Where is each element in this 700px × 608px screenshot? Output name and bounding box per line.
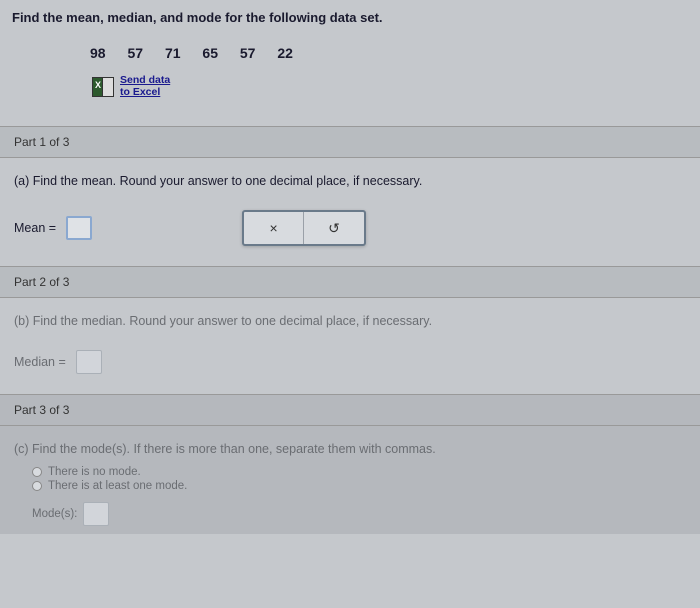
send-to-excel-link[interactable]: Send data to Excel bbox=[120, 75, 170, 98]
part-2-instruction: (b) Find the median. Round your answer t… bbox=[14, 314, 686, 328]
reset-button[interactable]: ↺ bbox=[304, 212, 364, 244]
data-value: 65 bbox=[202, 45, 218, 61]
part-3-instruction: (c) Find the mode(s). If there is more t… bbox=[14, 442, 686, 456]
no-mode-label: There is no mode. bbox=[48, 466, 141, 478]
mean-label: Mean = bbox=[14, 221, 56, 235]
part-2-header: Part 2 of 3 bbox=[0, 266, 700, 298]
mode-label: Mode(s): bbox=[32, 508, 77, 520]
data-value: 57 bbox=[240, 45, 256, 61]
median-label: Median = bbox=[14, 355, 66, 369]
data-value: 57 bbox=[127, 45, 143, 61]
part-3-header: Part 3 of 3 bbox=[0, 394, 700, 426]
question-text: Find the mean, median, and mode for the … bbox=[0, 0, 700, 33]
data-set: 98 57 71 65 57 22 bbox=[0, 33, 700, 75]
mode-input[interactable] bbox=[83, 502, 109, 526]
data-value: 98 bbox=[90, 45, 106, 61]
part-1-instruction: (a) Find the mean. Round your answer to … bbox=[14, 174, 686, 188]
part-1-header: Part 1 of 3 bbox=[0, 126, 700, 158]
action-toolbar: × ↺ bbox=[242, 210, 366, 246]
clear-button[interactable]: × bbox=[244, 212, 304, 244]
excel-icon bbox=[92, 77, 114, 97]
median-input[interactable] bbox=[76, 350, 102, 374]
data-value: 22 bbox=[277, 45, 293, 61]
mean-input[interactable] bbox=[66, 216, 92, 240]
at-least-one-mode-radio[interactable] bbox=[32, 481, 42, 491]
data-value: 71 bbox=[165, 45, 181, 61]
at-least-one-mode-label: There is at least one mode. bbox=[48, 480, 187, 492]
no-mode-radio[interactable] bbox=[32, 467, 42, 477]
